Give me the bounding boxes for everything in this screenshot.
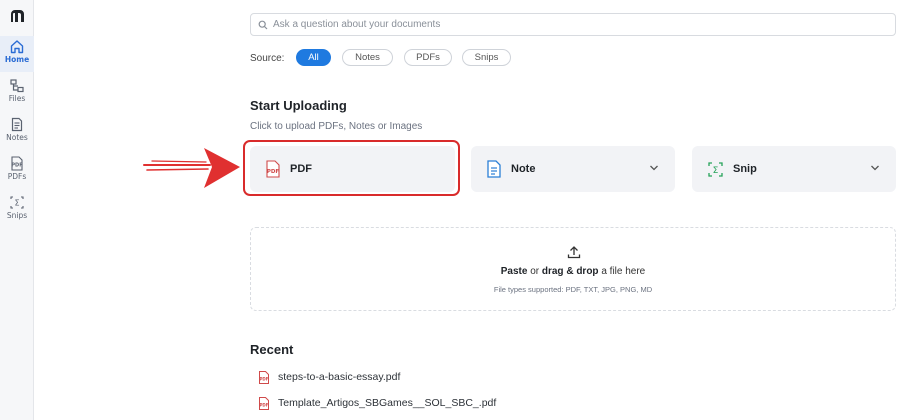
note-icon: [487, 160, 501, 178]
home-icon: [10, 40, 24, 54]
filter-label: Snips: [474, 52, 499, 63]
svg-text:PDF: PDF: [11, 163, 22, 169]
search-input[interactable]: [273, 19, 873, 30]
sidebar-item-snips[interactable]: Σ Snips: [0, 192, 34, 228]
recent-section-title: Recent: [250, 342, 294, 357]
source-filter-row: Source: All Notes PDFs Snips: [250, 49, 550, 67]
filter-notes-button[interactable]: Notes: [342, 49, 393, 66]
file-dropzone[interactable]: Paste or drag & drop a file here File ty…: [250, 227, 896, 311]
sidebar-item-label: Notes: [6, 133, 28, 142]
filter-snips-button[interactable]: Snips: [462, 49, 511, 66]
app-logo-icon[interactable]: [9, 8, 26, 24]
upload-icon: [567, 246, 581, 259]
upload-section-subtitle: Click to upload PDFs, Notes or Images: [250, 121, 423, 132]
sidebar-item-files[interactable]: Files: [0, 75, 34, 111]
chevron-down-icon[interactable]: [649, 164, 659, 172]
svg-text:Σ: Σ: [713, 166, 719, 176]
or-text: or: [527, 266, 542, 277]
recent-file-name: Template_Artigos_SBGames__SOL_SBC_.pdf: [278, 397, 497, 409]
sidebar: Home Files Notes PDF PDFs Σ Snips: [0, 0, 34, 420]
filter-all-button[interactable]: All: [296, 49, 331, 66]
drop-rest-text: a file here: [598, 266, 646, 277]
files-icon: [10, 79, 24, 93]
sidebar-item-label: PDFs: [7, 172, 27, 181]
sidebar-item-label: Files: [8, 94, 26, 103]
sidebar-item-home[interactable]: Home: [0, 36, 34, 72]
source-label: Source:: [250, 52, 285, 64]
sidebar-item-label: Snips: [6, 211, 28, 220]
upload-note-card[interactable]: Note: [471, 146, 675, 192]
recent-file-name: steps-to-a-basic-essay.pdf: [278, 371, 401, 383]
chevron-down-icon[interactable]: [870, 164, 880, 172]
filter-label: PDFs: [416, 52, 440, 63]
pdf-card-highlight-box: [243, 140, 460, 196]
svg-text:PDF: PDF: [260, 402, 269, 407]
red-arrow-icon: [143, 148, 240, 188]
sidebar-item-notes[interactable]: Notes: [0, 114, 34, 150]
filter-label: All: [308, 52, 319, 63]
svg-text:PDF: PDF: [260, 376, 269, 381]
sidebar-item-pdfs[interactable]: PDF PDFs: [0, 153, 34, 189]
drag-drop-text: drag & drop: [541, 266, 599, 277]
recent-file-item[interactable]: PDF Template_Artigos_SBGames__SOL_SBC_.p…: [258, 396, 496, 410]
paste-text: Paste: [500, 266, 528, 277]
upload-card-label: Note: [511, 163, 536, 175]
dropzone-instructions: Paste or drag & drop a file here: [251, 266, 895, 277]
snip-icon: Σ: [10, 196, 24, 209]
upload-section-title: Start Uploading: [250, 98, 347, 113]
search-bar[interactable]: [250, 13, 896, 36]
recent-file-item[interactable]: PDF steps-to-a-basic-essay.pdf: [258, 370, 400, 384]
pdf-file-icon: PDF: [259, 396, 269, 410]
upload-snip-card[interactable]: Σ Snip: [692, 146, 896, 192]
file-types-note: File types supported: PDF, TXT, JPG, PNG…: [493, 285, 653, 294]
snip-icon: Σ: [708, 161, 723, 177]
filter-label: Notes: [355, 52, 380, 63]
pdf-icon: PDF: [11, 156, 23, 171]
filter-pdfs-button[interactable]: PDFs: [404, 49, 452, 66]
search-icon: [258, 20, 268, 29]
upload-card-label: Snip: [733, 163, 757, 175]
pdf-file-icon: PDF: [259, 370, 269, 384]
sidebar-item-label: Home: [4, 55, 30, 64]
notes-icon: [11, 117, 23, 132]
svg-text:Σ: Σ: [14, 199, 19, 208]
